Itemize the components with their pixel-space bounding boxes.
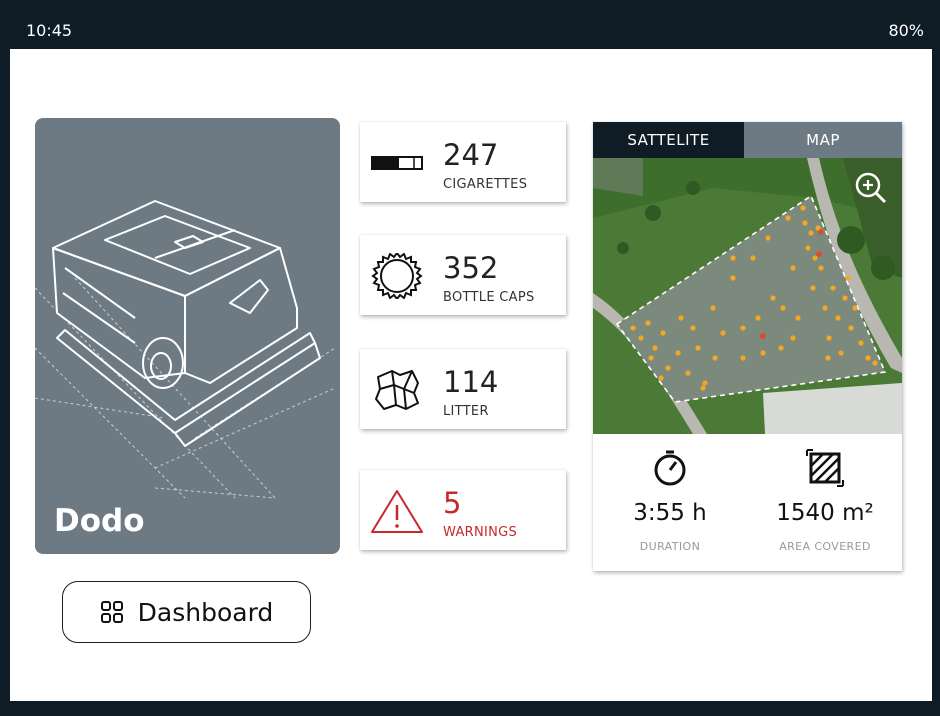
litter-count: 114	[443, 365, 499, 399]
zoom-in-icon[interactable]	[853, 170, 889, 206]
duration-metric: 3:55 h DURATION	[593, 438, 747, 568]
map-panel: SATTELITE MAP 3:55 h DURATION 1540 m² AR…	[593, 122, 902, 571]
warnings-card[interactable]: 5 WARNINGS	[360, 470, 566, 550]
tab-map[interactable]: MAP	[744, 122, 902, 158]
area-label: AREA COVERED	[779, 540, 871, 553]
cigarette-icon	[371, 156, 423, 170]
warning-icon	[371, 490, 423, 533]
bottle-caps-label: BOTTLE CAPS	[443, 290, 535, 305]
cigarettes-label: CIGARETTES	[443, 177, 528, 192]
battery-level: 80%	[888, 21, 924, 40]
litter-icon	[375, 370, 419, 410]
cigarettes-count: 247	[443, 138, 499, 172]
timer-icon	[654, 450, 686, 486]
tab-satellite[interactable]: SATTELITE	[593, 122, 744, 158]
warnings-label: WARNINGS	[443, 525, 518, 540]
warnings-count: 5	[443, 486, 462, 520]
app-screen: Dodo Dashboard 247 CIGARETTES 352 BOTTLE…	[10, 49, 932, 701]
robot-name: Dodo	[54, 503, 145, 539]
area-icon	[806, 449, 844, 487]
grid-icon	[100, 601, 123, 623]
duration-label: DURATION	[639, 540, 701, 553]
bottle-caps-card[interactable]: 352 BOTTLE CAPS	[360, 235, 566, 315]
dashboard-button-label: Dashboard	[137, 597, 274, 627]
cigarettes-card[interactable]: 247 CIGARETTES	[360, 122, 566, 202]
litter-label: LITTER	[443, 404, 489, 419]
area-value: 1540 m²	[776, 500, 874, 526]
dashboard-button[interactable]: Dashboard	[62, 581, 311, 643]
bottle-caps-count: 352	[443, 251, 499, 285]
robot-card[interactable]: Dodo	[35, 118, 340, 554]
duration-value: 3:55 h	[633, 500, 707, 526]
area-metric: 1540 m² AREA COVERED	[748, 438, 902, 568]
status-time: 10:45	[26, 21, 73, 40]
robot-illustration	[35, 200, 336, 499]
bottle-cap-icon	[371, 253, 423, 299]
status-bar: 10:45 80%	[10, 10, 932, 50]
litter-card[interactable]: 114 LITTER	[360, 349, 566, 429]
